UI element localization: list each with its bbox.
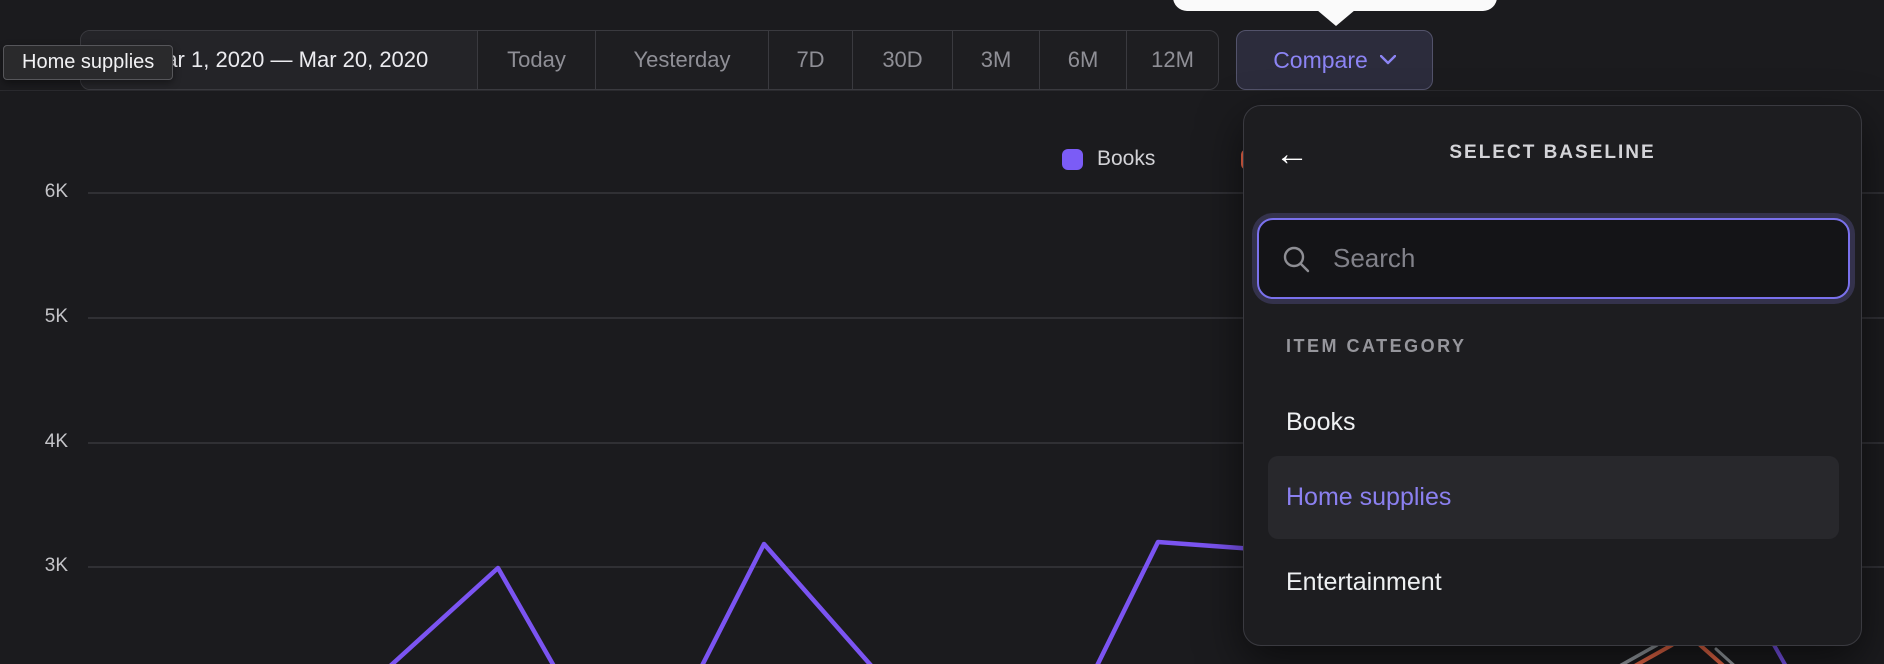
hover-card-remnant bbox=[1173, 0, 1497, 11]
select-baseline-panel: ← SELECT BASELINE ITEM CATEGORY Books Ho… bbox=[1243, 105, 1862, 646]
panel-title: SELECT BASELINE bbox=[1244, 142, 1861, 164]
date-range-toolbar: Mar 1, 2020 — Mar 20, 2020 Today Yesterd… bbox=[80, 30, 1219, 90]
item-category-section-label: ITEM CATEGORY bbox=[1286, 336, 1467, 357]
search-icon bbox=[1281, 244, 1311, 274]
series-tooltip: Home supplies bbox=[3, 45, 173, 80]
preset-6m-button[interactable]: 6M bbox=[1039, 31, 1126, 89]
chevron-down-icon bbox=[1380, 55, 1396, 65]
preset-3m-button[interactable]: 3M bbox=[952, 31, 1039, 89]
compare-button[interactable]: Compare bbox=[1236, 30, 1433, 90]
date-range-label: Mar 1, 2020 — Mar 20, 2020 bbox=[147, 47, 428, 73]
y-tick-5k: 5K bbox=[8, 306, 68, 328]
books-series-line[interactable] bbox=[300, 542, 1254, 664]
previous-period-line-stub bbox=[1616, 645, 1657, 664]
y-tick-4k: 4K bbox=[8, 431, 68, 453]
dashboard-root: Mar 1, 2020 — Mar 20, 2020 Today Yesterd… bbox=[0, 0, 1884, 664]
preset-7d-button[interactable]: 7D bbox=[768, 31, 852, 89]
y-tick-3k: 3K bbox=[8, 555, 68, 577]
preset-yesterday-button[interactable]: Yesterday bbox=[595, 31, 768, 89]
books-swatch-icon bbox=[1062, 149, 1083, 170]
baseline-option-books[interactable]: Books bbox=[1244, 400, 1861, 444]
y-tick-6k: 6K bbox=[8, 181, 68, 203]
baseline-option-entertainment[interactable]: Entertainment bbox=[1244, 560, 1861, 604]
baseline-option-home-supplies[interactable]: Home supplies bbox=[1268, 456, 1839, 539]
legend-books-label: Books bbox=[1097, 147, 1155, 171]
preset-30d-button[interactable]: 30D bbox=[852, 31, 952, 89]
hover-card-arrow bbox=[1317, 10, 1355, 26]
preset-today-button[interactable]: Today bbox=[477, 31, 595, 89]
baseline-search-input[interactable] bbox=[1333, 243, 1828, 274]
baseline-search-box[interactable] bbox=[1257, 218, 1850, 299]
books-line-stub-fall[interactable] bbox=[1774, 645, 1787, 664]
compare-button-label: Compare bbox=[1273, 47, 1368, 74]
series-tooltip-label: Home supplies bbox=[22, 51, 154, 74]
preset-12m-button[interactable]: 12M bbox=[1126, 31, 1218, 89]
legend-item-books[interactable]: Books bbox=[1062, 147, 1155, 171]
